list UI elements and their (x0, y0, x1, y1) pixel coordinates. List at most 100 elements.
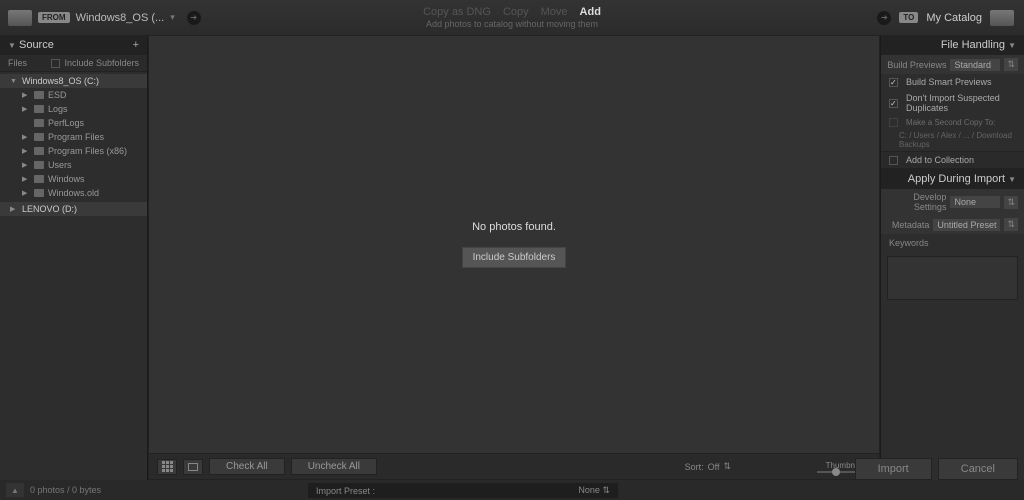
import-preset-bar[interactable]: Import Preset : None ⇅ (308, 483, 618, 498)
option-label: Build Smart Previews (906, 77, 992, 87)
grid-view-button[interactable] (157, 459, 177, 475)
metadata-dropdown[interactable]: Untitled Preset (933, 219, 1000, 231)
preset-label: Import Preset : (316, 486, 375, 496)
tree-item[interactable]: ▶Program Files (x86) (0, 144, 147, 158)
tree-item[interactable]: ▶ ESD (0, 88, 147, 102)
dropdown-icon[interactable]: ⇅ (1004, 58, 1018, 71)
smart-previews-row[interactable]: Build Smart Previews (881, 74, 1024, 90)
option-label: Develop Settings (887, 192, 946, 212)
folder-icon (34, 105, 44, 113)
sort-label: Sort: (685, 462, 704, 472)
no-duplicates-row[interactable]: Don't Import Suspected Duplicates (881, 90, 1024, 116)
triangle-right-icon: ▶ (22, 105, 30, 113)
tab-move[interactable]: Move (541, 6, 568, 18)
add-collection-checkbox[interactable] (889, 156, 898, 165)
single-view-button[interactable] (183, 459, 203, 475)
include-subfolders-button[interactable]: Include Subfolders (462, 247, 567, 268)
destination-name[interactable]: My Catalog (926, 12, 982, 24)
import-button[interactable]: Import (855, 458, 932, 480)
source-panel: ▼ Source + Files Include Subfolders ▼ Win… (0, 35, 148, 480)
tree-item-label: ESD (48, 90, 67, 100)
source-panel-subheader: Files Include Subfolders (0, 55, 147, 72)
cancel-button[interactable]: Cancel (938, 458, 1018, 480)
tree-item-label: Windows8_OS (C:) (22, 76, 99, 86)
triangle-right-icon: ▶ (22, 133, 30, 141)
chevron-down-icon[interactable]: ▾ (170, 12, 175, 23)
triangle-right-icon: ▶ (10, 205, 18, 213)
options-panel: File Handling ▼ Build Previews Standard … (880, 35, 1024, 480)
status-count: 0 photos / 0 bytes (30, 485, 101, 495)
slider-knob[interactable] (832, 468, 840, 476)
keywords-input[interactable] (887, 256, 1018, 300)
sort-updown-icon: ⇅ (723, 461, 731, 472)
option-label: Build Previews (887, 60, 946, 70)
triangle-down-icon: ▼ (1008, 41, 1016, 50)
tree-item[interactable]: PerfLogs (0, 116, 147, 130)
folder-icon (34, 175, 44, 183)
tab-copy[interactable]: Copy (503, 6, 529, 18)
collapse-button[interactable]: ▲ (6, 483, 24, 497)
source-panel-header[interactable]: ▼ Source + (0, 35, 147, 55)
tree-item-label: Program Files (x86) (48, 146, 127, 156)
tree-root[interactable]: ▼ Windows8_OS (C:) (0, 74, 147, 88)
source-tab-files[interactable]: Files (8, 58, 27, 68)
check-all-button[interactable]: Check All (209, 458, 285, 475)
sort-control[interactable]: Sort: Off ⇅ (685, 461, 731, 472)
triangle-right-icon: ▶ (22, 189, 30, 197)
tree-drive[interactable]: ▶ LENOVO (D:) (0, 202, 147, 216)
tree-item-label: Windows (48, 174, 85, 184)
tree-item[interactable]: ▶Windows.old (0, 186, 147, 200)
develop-dropdown[interactable]: None (950, 196, 1000, 208)
tree-item-label: PerfLogs (48, 118, 84, 128)
folder-icon (34, 91, 44, 99)
dest-arrow-button[interactable]: ➔ (877, 11, 891, 25)
apply-during-header[interactable]: Apply During Import ▼ (881, 169, 1024, 189)
dropdown-icon[interactable]: ⇅ (1004, 196, 1018, 209)
build-previews-row: Build Previews Standard ⇅ (881, 55, 1024, 74)
tab-add[interactable]: Add (580, 6, 601, 18)
single-icon (188, 463, 198, 471)
no-duplicates-checkbox[interactable] (889, 99, 898, 108)
keywords-label: Keywords (881, 234, 1024, 252)
from-badge: FROM (38, 12, 70, 23)
tree-item[interactable]: ▶Program Files (0, 130, 147, 144)
uncheck-all-button[interactable]: Uncheck All (291, 458, 377, 475)
option-label: Metadata (887, 220, 929, 230)
smart-previews-checkbox[interactable] (889, 78, 898, 87)
folder-icon (34, 161, 44, 169)
drive-icon (8, 10, 32, 26)
source-drive-name[interactable]: Windows8_OS (... (76, 12, 165, 24)
folder-tree: ▼Windows8_OS (C:) ▶ESD ▶Logs PerfLogs ▶P… (0, 72, 147, 218)
source-arrow-button[interactable]: ➔ (187, 11, 201, 25)
folder-icon (34, 133, 44, 141)
to-badge: TO (899, 12, 918, 23)
preview-footer: Check All Uncheck All Sort: Off ⇅ Thumbn… (149, 453, 879, 479)
triangle-right-icon: ▶ (22, 161, 30, 169)
build-previews-dropdown[interactable]: Standard (950, 59, 1000, 71)
status-bar: ▲ 0 photos / 0 bytes Import Preset : Non… (0, 480, 1024, 500)
tree-item-label: LENOVO (D:) (22, 204, 77, 214)
grid-icon (162, 461, 173, 472)
folder-icon (34, 119, 44, 127)
triangle-down-icon: ▼ (10, 78, 18, 85)
tree-item[interactable]: ▶Users (0, 158, 147, 172)
second-copy-row[interactable]: Make a Second Copy To: (881, 116, 1024, 129)
source-panel-title: Source (19, 39, 54, 51)
panel-title: Apply During Import (908, 173, 1005, 185)
updown-icon: ⇅ (602, 485, 610, 495)
second-copy-path: C: / Users / Alex / ... / Download Backu… (881, 129, 1024, 151)
plus-icon[interactable]: + (133, 39, 139, 51)
add-collection-row[interactable]: Add to Collection (881, 151, 1024, 169)
second-copy-checkbox[interactable] (889, 118, 898, 127)
include-subfolders-checkbox[interactable] (51, 59, 60, 68)
tree-item[interactable]: ▶Logs (0, 102, 147, 116)
file-handling-header[interactable]: File Handling ▼ (881, 35, 1024, 55)
preset-value: None (578, 485, 600, 495)
tree-item[interactable]: ▶Windows (0, 172, 147, 186)
header-source: FROM Windows8_OS (... ▾ ➔ (0, 10, 201, 26)
dropdown-icon[interactable]: ⇅ (1004, 218, 1018, 231)
triangle-right-icon: ▶ (22, 91, 30, 99)
triangle-down-icon: ▼ (1008, 175, 1016, 184)
tab-copy-dng[interactable]: Copy as DNG (423, 6, 491, 18)
panel-triangle-icon: ▼ (8, 41, 16, 50)
